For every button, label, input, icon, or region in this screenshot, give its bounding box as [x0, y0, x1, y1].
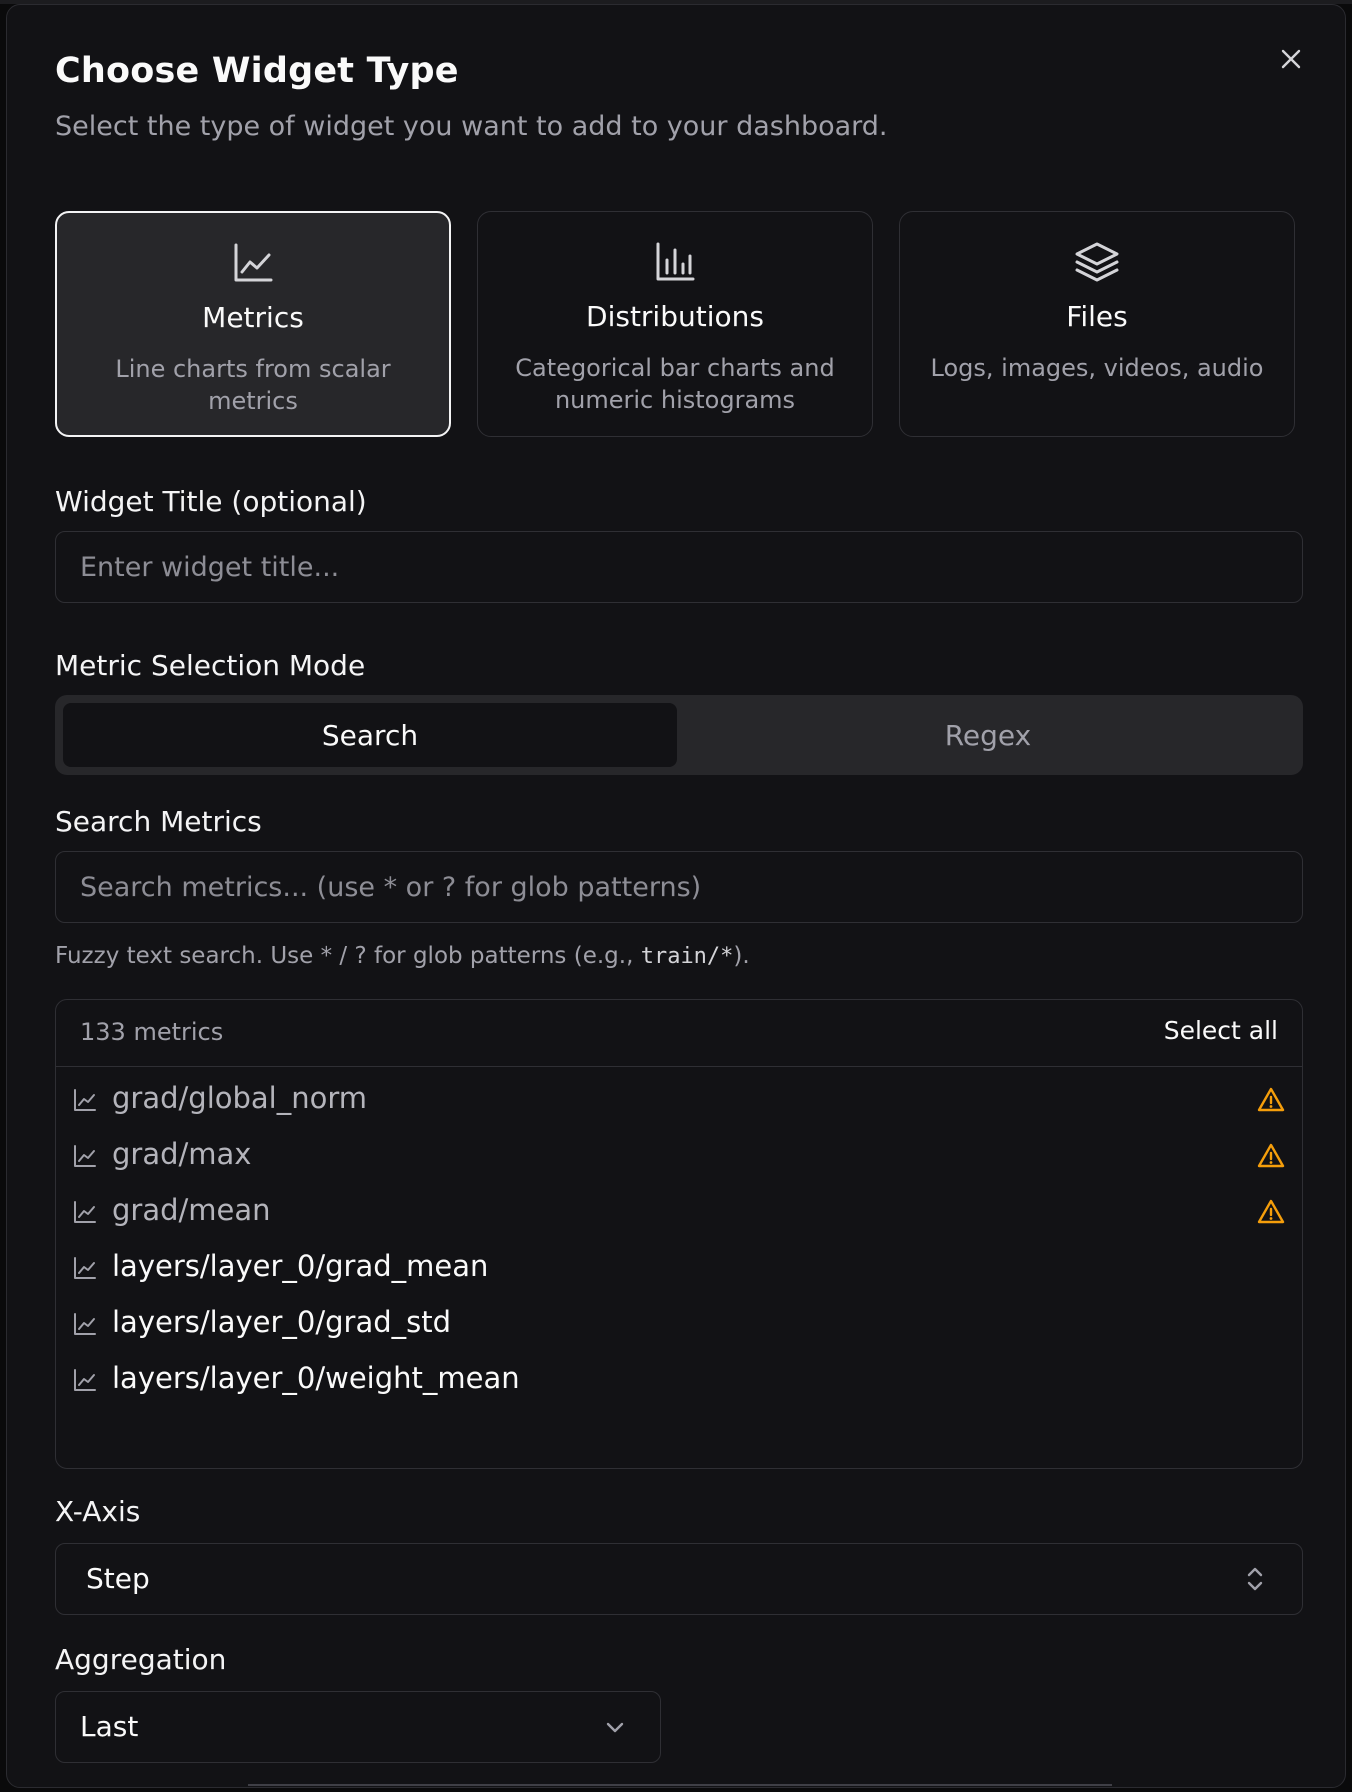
metrics-count: 133 metrics [80, 1018, 224, 1046]
search-metrics-input[interactable] [55, 851, 1303, 923]
metric-name: layers/layer_0/grad_mean [112, 1249, 489, 1283]
dialog-subtitle: Select the type of widget you want to ad… [55, 111, 888, 142]
widget-type-files[interactable]: Files Logs, images, videos, audio [899, 211, 1295, 437]
hint-code: train/* [640, 944, 734, 969]
metric-name: grad/max [112, 1137, 252, 1171]
select-all-button[interactable]: Select all [1164, 1016, 1278, 1045]
widget-type-description: Line charts from scalar metrics [115, 355, 391, 415]
line-chart-icon [72, 1255, 98, 1281]
widget-type-description: Logs, images, videos, audio [930, 354, 1264, 382]
mode-search-tab[interactable]: Search [63, 703, 677, 767]
selection-mode-label: Metric Selection Mode [55, 649, 366, 682]
line-chart-icon [72, 1311, 98, 1337]
widget-type-distributions[interactable]: Distributions Categorical bar charts and… [477, 211, 873, 437]
metrics-list-header: 133 metrics Select all [56, 1000, 1302, 1067]
widget-type-name: Files [1066, 300, 1128, 333]
close-icon [1281, 49, 1301, 69]
aggregation-label: Aggregation [55, 1643, 227, 1676]
metric-row[interactable]: layers/layer_0/weight_mean [56, 1347, 1302, 1411]
widget-type-options: Metrics Line charts from scalar metrics … [55, 211, 1303, 441]
metric-row[interactable]: layers/layer_0/grad_mean [56, 1235, 1302, 1299]
choose-widget-dialog: Choose Widget Type Select the type of wi… [6, 4, 1346, 1788]
mode-regex-tab[interactable]: Regex [681, 703, 1295, 767]
layers-icon [1075, 242, 1119, 282]
metric-row[interactable]: layers/layer_0/grad_std [56, 1291, 1302, 1355]
widget-title-input[interactable] [55, 531, 1303, 603]
warning-icon [1256, 1085, 1286, 1115]
selection-mode-toggle: Search Regex [55, 695, 1303, 775]
hint-prefix: Fuzzy text search. Use * / ? for glob pa… [55, 943, 641, 969]
x-axis-label: X-Axis [55, 1495, 141, 1528]
metrics-list: 133 metrics Select all grad/global_norm g… [55, 999, 1303, 1469]
widget-type-name: Distributions [586, 300, 764, 333]
x-axis-value: Step [86, 1562, 150, 1595]
metric-row[interactable]: grad/global_norm [56, 1067, 1302, 1131]
metric-name: grad/global_norm [112, 1081, 368, 1115]
widget-type-metrics[interactable]: Metrics Line charts from scalar metrics [55, 211, 451, 437]
line-chart-icon [72, 1087, 98, 1113]
widget-type-name: Metrics [202, 301, 304, 334]
metric-name: layers/layer_0/grad_std [112, 1305, 452, 1339]
metric-name: grad/mean [112, 1193, 271, 1227]
metric-items: grad/global_norm grad/max grad/mean layers/… [56, 1067, 1302, 1411]
hint-suffix: ). [733, 943, 750, 969]
widget-title-label: Widget Title (optional) [55, 485, 367, 518]
aggregation-select[interactable]: Last [55, 1691, 661, 1763]
metric-name: layers/layer_0/weight_mean [112, 1361, 520, 1395]
search-metrics-label: Search Metrics [55, 805, 262, 838]
search-hint: Fuzzy text search. Use * / ? for glob pa… [55, 943, 750, 969]
line-chart-icon [234, 243, 273, 282]
aggregation-value: Last [80, 1710, 139, 1743]
bar-chart-icon [656, 242, 695, 281]
close-button[interactable] [1277, 45, 1305, 73]
chevron-down-icon [606, 1722, 624, 1733]
metric-row[interactable]: grad/max [56, 1123, 1302, 1187]
widget-type-description: Categorical bar charts and numeric histo… [515, 354, 835, 414]
dialog-title: Choose Widget Type [55, 51, 459, 91]
line-chart-icon [72, 1367, 98, 1393]
line-chart-icon [72, 1143, 98, 1169]
warning-icon [1256, 1197, 1286, 1227]
metric-row[interactable]: grad/mean [56, 1179, 1302, 1243]
chevron-up-down-icon [1247, 1567, 1263, 1591]
scroll-indicator [248, 1784, 1112, 1786]
warning-icon [1256, 1141, 1286, 1171]
x-axis-select[interactable]: Step [55, 1543, 1303, 1615]
line-chart-icon [72, 1199, 98, 1225]
